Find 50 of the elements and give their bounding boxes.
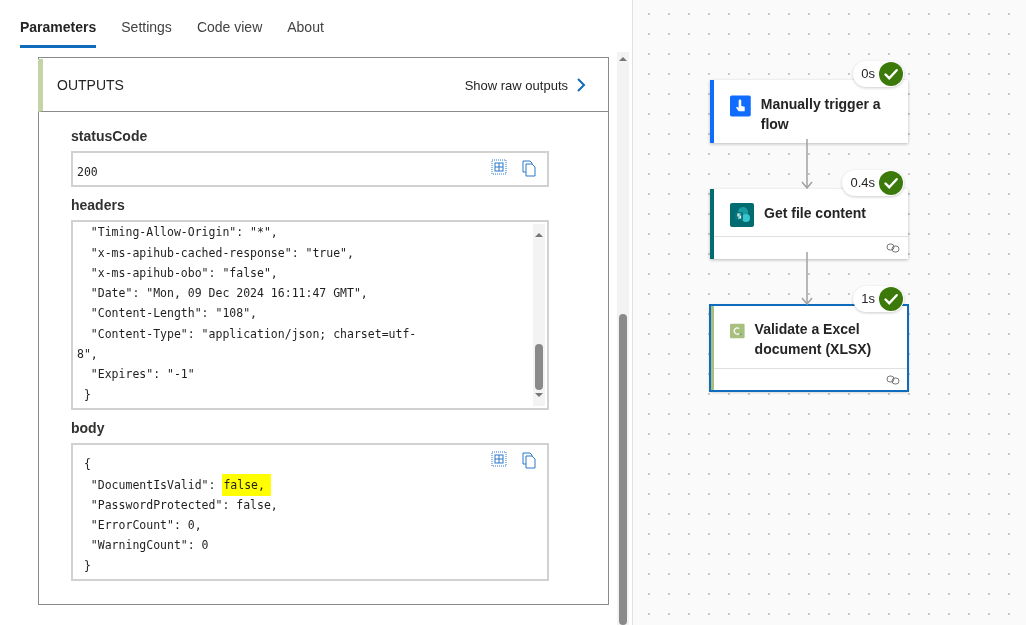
scrollbar-thumb[interactable] xyxy=(535,344,543,391)
tab[interactable]: About xyxy=(287,14,324,48)
action-title: Manually trigger a flow xyxy=(760,95,882,134)
code-line: 8", xyxy=(77,346,98,364)
code-line: 200 xyxy=(77,164,98,181)
field-label: body xyxy=(71,420,106,437)
section-title: OUTPUTS xyxy=(57,77,125,93)
connector-arrow xyxy=(801,139,813,189)
scroll-up-icon[interactable] xyxy=(618,54,628,64)
link-icon xyxy=(886,243,900,253)
code-line: "PasswordProtected": false, xyxy=(89,496,278,514)
action-title: Validate a Excel document (XLSX) xyxy=(754,320,873,359)
code-line: "DocumentIsValid": false, xyxy=(77,474,271,495)
duration-text: 1s xyxy=(861,292,875,306)
action-title: Get file content xyxy=(764,204,866,223)
code-line: { xyxy=(82,456,91,474)
copy-icon[interactable] xyxy=(521,159,537,177)
code-line: "Timing-Allow-Origin": "*", xyxy=(89,224,278,242)
code-line: } xyxy=(82,557,91,575)
code-line: "WarningCount": 0 xyxy=(89,537,209,555)
table-view-icon[interactable] xyxy=(491,159,507,175)
duration-text: 0s xyxy=(861,67,875,81)
code-line: "x-ms-apihub-cached-response": "true", xyxy=(89,244,354,262)
code-line: "Content-Length": "108", xyxy=(89,305,257,323)
code-line: "Content-Type": "application/json; charset=utf- xyxy=(89,325,417,343)
code-line: } xyxy=(82,386,91,404)
code-line: "Date": "Mon, 09 Dec 2024 16:11:47 GMT", xyxy=(89,285,368,303)
connector-arrow xyxy=(801,252,813,305)
field-label: statusCode xyxy=(71,128,149,144)
touch-hand-icon xyxy=(730,94,751,118)
tab[interactable]: Parameters xyxy=(20,14,97,48)
link-icon xyxy=(886,375,900,385)
flow-action-card[interactable]: Manually trigger a flow xyxy=(710,80,908,143)
scrollbar-thumb[interactable] xyxy=(619,314,627,625)
chevron-right-icon xyxy=(576,77,586,93)
flow-action-card[interactable]: Validate a Excel document (XLSX) xyxy=(710,305,908,391)
scrollbar[interactable] xyxy=(533,224,545,407)
flow-action-card[interactable]: Get file content xyxy=(710,189,908,259)
copy-icon[interactable] xyxy=(521,451,537,470)
show-raw-outputs-link[interactable]: Show raw outputs xyxy=(458,76,592,94)
duration-text: 0.4s xyxy=(850,176,875,190)
table-view-icon[interactable] xyxy=(491,451,507,468)
sharepoint-icon xyxy=(730,203,754,227)
tab[interactable]: Settings xyxy=(121,14,172,48)
field-label: headers xyxy=(71,197,126,214)
code-line: "Expires": "-1" xyxy=(89,366,195,384)
code-line: "ErrorCount": 0, xyxy=(89,517,202,535)
code-line: "x-ms-apihub-obo": "false", xyxy=(89,264,278,282)
tab[interactable]: Code view xyxy=(196,14,263,48)
panel-scrollbar[interactable] xyxy=(617,52,629,625)
